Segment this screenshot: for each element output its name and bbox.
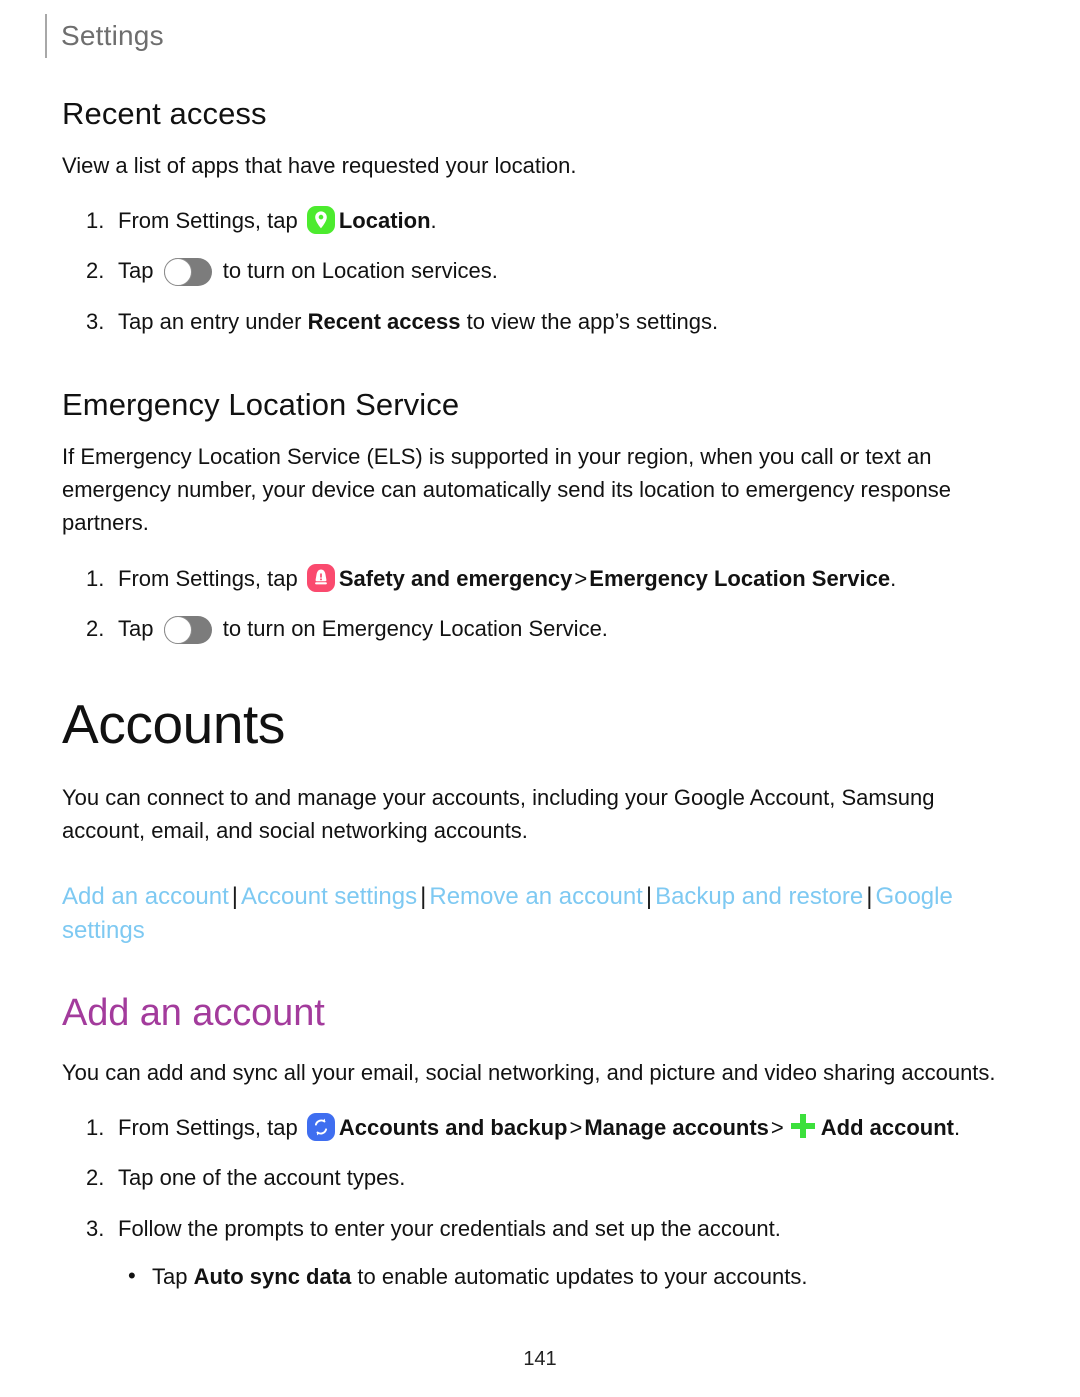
step-item: 3. Follow the prompts to enter your crede… (62, 1212, 1022, 1295)
step-item: 2. Tap to turn on Location services. (62, 254, 1022, 288)
step-number: 1. (86, 1115, 105, 1141)
step-bold-term-3: Add account (820, 1115, 955, 1141)
step-text: Tap one of the account types. (118, 1165, 406, 1191)
step-text-pre: Tap an entry under (118, 308, 308, 334)
recent-access-intro: View a list of apps that have requested … (62, 152, 577, 178)
add-an-account-intro: You can add and sync all your email, soc… (62, 1059, 996, 1085)
recent-access-heading: Recent access (62, 96, 267, 131)
step-text-post: . (890, 565, 897, 591)
step-item: 1. From Settings, tap Location. (62, 204, 1022, 238)
step-text-pre: Tap (118, 258, 160, 284)
step-text-post: to turn on Emergency Location Service. (216, 616, 608, 642)
step-text-pre: From Settings, tap (118, 1115, 304, 1141)
step-number: 2. (86, 258, 105, 284)
step-item: 2. Tap to turn on Emergency Location Serv… (62, 612, 1022, 646)
linkbar-spacer (62, 870, 1022, 880)
bullet-bold-term: Auto sync data (193, 1264, 352, 1290)
toggle-switch[interactable] (163, 616, 212, 645)
bullet-item: • Tap Auto sync data to enable automatic … (118, 1260, 1022, 1294)
chapter-spacer (62, 652, 1022, 694)
step-text-pre: From Settings, tap (118, 565, 304, 591)
page-number: 141 (523, 1348, 557, 1370)
step-item: 3. Tap an entry under Recent access to vi… (62, 305, 1022, 339)
location-icon (306, 206, 335, 235)
add-an-account-heading: Add an account (62, 992, 325, 1034)
step-number: 3. (86, 308, 105, 334)
link-separator: | (231, 882, 239, 910)
link-separator: | (645, 882, 653, 910)
link-backup-and-restore[interactable]: Backup and restore (655, 883, 863, 910)
step-number: 3. (86, 1215, 105, 1241)
header-divider-rule (45, 14, 47, 58)
link-add-an-account[interactable]: Add an account (62, 883, 229, 910)
step-item: 1. From Settings, tap Safety and emergenc… (62, 562, 1022, 596)
step-sub-bullets: • Tap Auto sync data to enable automatic … (118, 1260, 1022, 1294)
step-bold-term-2: Manage accounts (584, 1115, 769, 1141)
toggle-knob (163, 258, 192, 287)
accounts-intro: You can connect to and manage your accou… (62, 784, 935, 844)
accounts-chapter-title: Accounts (62, 693, 286, 756)
step-chevron: > (574, 565, 588, 591)
safety-and-emergency-icon (306, 563, 335, 592)
link-account-settings[interactable]: Account settings (241, 883, 417, 910)
header-title: Settings (61, 20, 164, 51)
step-number: 1. (86, 565, 105, 591)
step-bold-term: Safety and emergency (338, 565, 573, 591)
step-bold-term: Recent access (307, 308, 461, 334)
link-separator: | (420, 882, 427, 910)
add-an-account-steps: 1. From Settings, tap Accounts and backup… (62, 1111, 1022, 1294)
plus-icon (790, 1113, 816, 1139)
page-content: Recent access View a list of apps that h… (62, 96, 1022, 1300)
emergency-location-service-heading: Emergency Location Service (62, 386, 460, 422)
step-item: 2. Tap one of the account types. (62, 1161, 1022, 1195)
emergency-location-service-steps: 1. From Settings, tap Safety and emergenc… (62, 562, 1022, 647)
step-text-post: . (954, 1115, 961, 1141)
bullet-dot: • (128, 1263, 136, 1289)
step-bold-term: Accounts and backup (338, 1115, 568, 1141)
step-chevron-2: > (770, 1115, 784, 1141)
step-bold-term: Location (338, 208, 431, 234)
emergency-location-service-intro: If Emergency Location Service (ELS) is s… (62, 443, 952, 536)
link-remove-an-account[interactable]: Remove an account (429, 883, 642, 910)
toggle-switch[interactable] (163, 258, 212, 287)
accounts-and-backup-icon (306, 1113, 335, 1142)
step-text-pre: From Settings, tap (118, 208, 304, 234)
step-text-pre: Tap (118, 616, 160, 642)
step-number: 2. (86, 1165, 105, 1191)
step-text-post: . (430, 208, 437, 234)
step-bold-term-2: Emergency Location Service (589, 565, 891, 591)
toggle-knob (163, 616, 192, 645)
step-text: Follow the prompts to enter your credent… (118, 1215, 781, 1241)
running-header: Settings (45, 14, 164, 58)
bullet-text-pre: Tap (152, 1264, 194, 1290)
link-separator: | (866, 882, 873, 910)
step-text-post: to view the app’s settings. (460, 308, 719, 334)
step-text-post: to turn on Location services. (216, 258, 498, 284)
step-chevron: > (569, 1115, 583, 1141)
bullet-text-post: to enable automatic updates to your acco… (351, 1264, 808, 1290)
step-number: 2. (86, 616, 105, 642)
section-heading-spacer (62, 966, 1022, 992)
step-number: 1. (86, 208, 105, 234)
accounts-link-bar: Add an account | Account settings | Remove a… (62, 880, 1022, 948)
step-item: 1. From Settings, tap Accounts and backup… (62, 1111, 1022, 1145)
recent-access-steps: 1. From Settings, tap Location. 2. Tap to … (62, 204, 1022, 339)
